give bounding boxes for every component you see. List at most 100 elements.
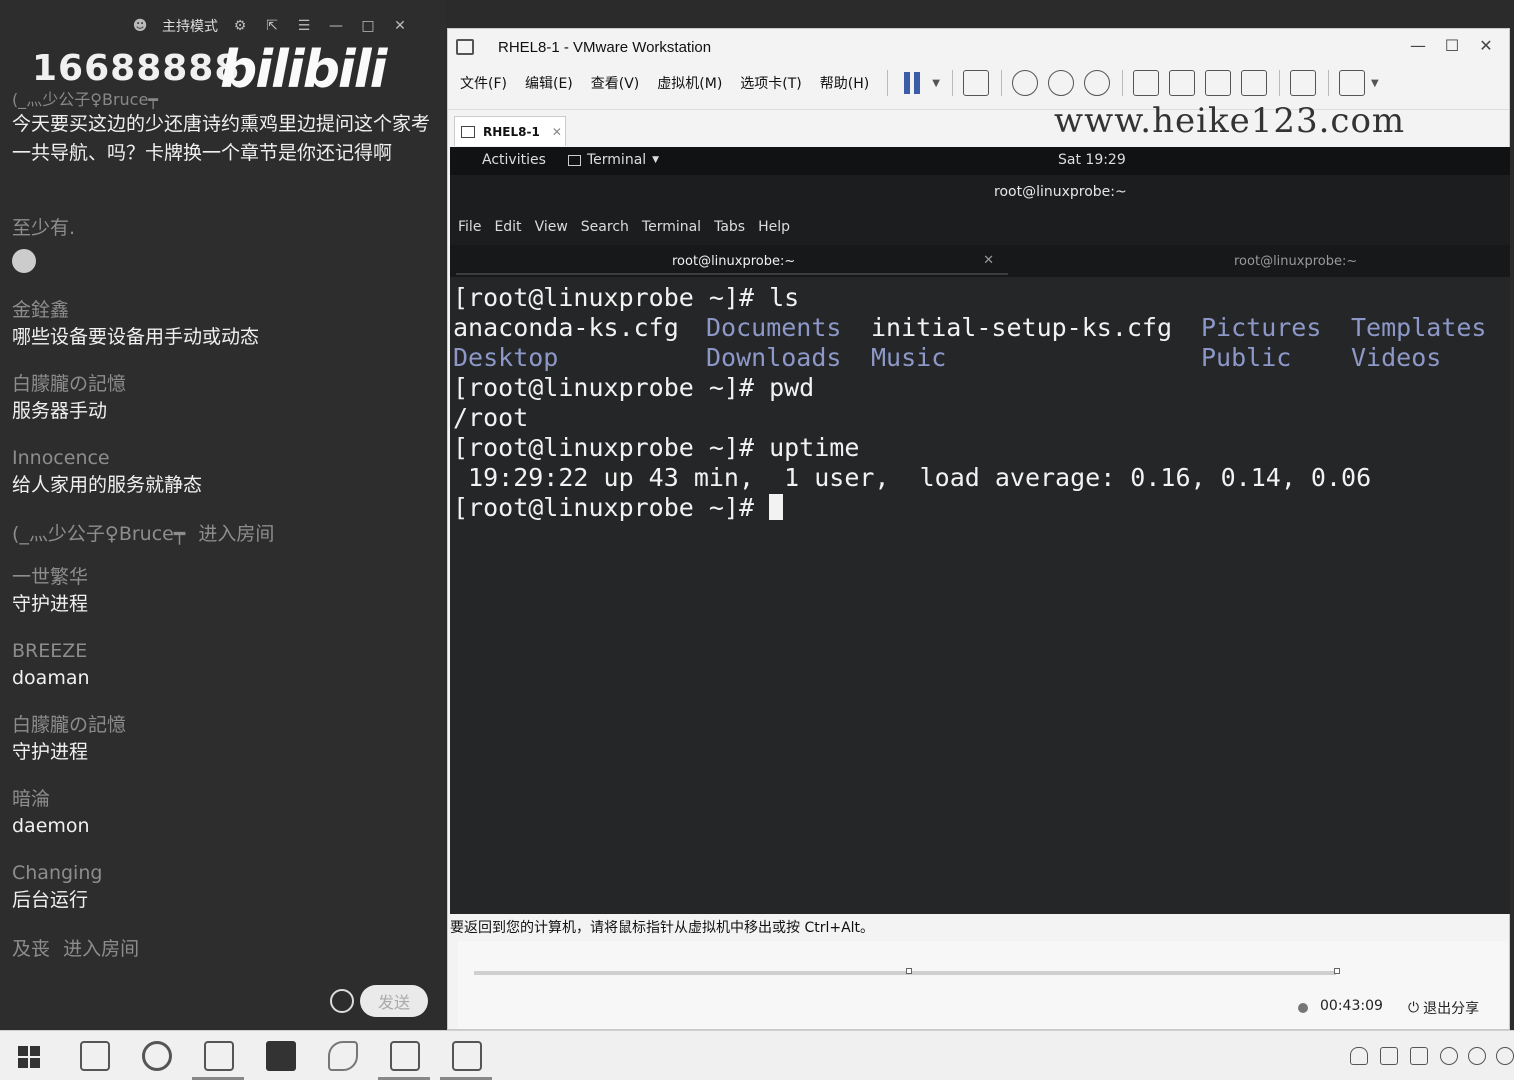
share-slider-track[interactable]: [474, 971, 1336, 975]
vmware-taskbar-icon[interactable]: [204, 1041, 234, 1071]
terminal-menu-file[interactable]: File: [458, 219, 481, 235]
terminal-menu-tabs[interactable]: Tabs: [714, 219, 745, 235]
chevron-down-icon[interactable]: ▼: [1371, 78, 1379, 89]
chat-username: Innocence: [12, 447, 110, 469]
toolbar-divider: [1000, 70, 1002, 96]
clock[interactable]: Sat 19:29: [1058, 152, 1126, 168]
vmware-status-message: 要返回到您的计算机，请将鼠标指针从虚拟机中移出或按 Ctrl+Alt。: [450, 920, 875, 936]
media-app-icon[interactable]: [266, 1041, 296, 1071]
terminal-tabs: root@linuxprobe:~ ✕ root@linuxprobe:~: [450, 245, 1510, 277]
fullscreen-icon[interactable]: [1204, 70, 1231, 96]
terminal-menubar: File Edit View Search Terminal Tabs Help: [450, 209, 1510, 245]
minimize-icon[interactable]: —: [326, 16, 346, 36]
emoji-icon[interactable]: [330, 989, 354, 1013]
host-mode-label[interactable]: 主持模式: [162, 16, 218, 36]
terminal-tab-active[interactable]: root@linuxprobe:~ ✕: [456, 247, 1008, 275]
microphone-icon[interactable]: [1350, 1047, 1368, 1065]
terminal-line: 19:29:22 up 43 min, 1 user, load average…: [453, 463, 1372, 492]
guest-display[interactable]: Activities Terminal ▼ Sat 19:29 root@lin…: [450, 147, 1510, 914]
tray-app-icon[interactable]: [1380, 1047, 1398, 1065]
chat-message-text: 哪些设备要设备用手动或动态: [12, 326, 260, 348]
share-slider-handle[interactable]: [906, 968, 912, 974]
stretch-icon[interactable]: [1338, 70, 1365, 96]
close-tab-icon[interactable]: ✕: [983, 253, 994, 268]
app-c-icon[interactable]: [390, 1041, 420, 1071]
terminal-tab[interactable]: root@linuxprobe:~: [1010, 247, 1504, 275]
app-menu[interactable]: Terminal ▼: [568, 152, 659, 168]
send-ctrl-alt-del-icon[interactable]: [962, 70, 989, 96]
exit-share-button[interactable]: ⏻ 退出分享: [1408, 998, 1479, 1018]
chat-username: BREEZE: [12, 640, 88, 662]
share-slider-end-handle[interactable]: [1334, 968, 1340, 974]
close-icon[interactable]: ✕: [390, 16, 410, 36]
snapshot-icon[interactable]: [1011, 70, 1038, 96]
menu-edit[interactable]: 编辑(E): [525, 73, 573, 93]
pause-icon[interactable]: [904, 72, 924, 94]
ls-file: initial-setup-ks.cfg: [871, 313, 1173, 342]
chat-username: 一世繁华: [12, 566, 89, 588]
terminal-menu-edit[interactable]: Edit: [494, 219, 521, 235]
maximize-icon[interactable]: □: [358, 16, 378, 36]
activities-button[interactable]: Activities: [482, 152, 546, 168]
library-icon[interactable]: [1132, 70, 1159, 96]
menu-view[interactable]: 查看(V): [591, 73, 640, 93]
console-icon[interactable]: [1289, 70, 1316, 96]
terminal-menu-search[interactable]: Search: [581, 219, 629, 235]
chat-enter-notice: 及丧 进入房间: [12, 934, 432, 961]
send-button[interactable]: 发送: [360, 985, 428, 1017]
terminal-menu-terminal[interactable]: Terminal: [642, 219, 701, 235]
file-explorer-icon[interactable]: [80, 1041, 110, 1071]
chat-app-icon[interactable]: [1468, 1047, 1486, 1065]
text-cursor: [769, 494, 784, 520]
menu-file[interactable]: 文件(F): [460, 73, 507, 93]
toolbar-divider: [951, 70, 953, 96]
network-icon[interactable]: [1440, 1047, 1458, 1065]
terminal-output[interactable]: [root@linuxprobe ~]# ls anaconda-ks.cfg …: [450, 277, 1510, 914]
terminal-menu-help[interactable]: Help: [758, 219, 790, 235]
chat-app-icon[interactable]: [1496, 1047, 1514, 1065]
vm-tab[interactable]: RHEL8-1 ✕: [454, 116, 566, 146]
close-tab-icon[interactable]: ✕: [552, 125, 562, 139]
chevron-down-icon[interactable]: ▼: [932, 78, 940, 89]
avatar-icon[interactable]: ☻: [130, 16, 150, 36]
menu-icon[interactable]: ☰: [294, 16, 314, 36]
vmware-app-icon: [456, 39, 474, 55]
tray-app-icon[interactable]: [1410, 1047, 1428, 1065]
snapshot-manager-icon[interactable]: [1083, 70, 1110, 96]
chat-message: 暗淪 daemon: [12, 786, 432, 841]
ls-dir: Public: [1201, 343, 1292, 372]
chat-message: Changing 后台运行: [12, 860, 432, 915]
maximize-icon[interactable]: ☐: [1435, 29, 1469, 61]
vmware-menubar: 文件(F) 编辑(E) 查看(V) 虚拟机(M) 选项卡(T) 帮助(H) ▼ …: [448, 65, 1509, 101]
menu-vm[interactable]: 虚拟机(M): [657, 73, 722, 93]
settings-icon[interactable]: ⚙: [230, 16, 250, 36]
app-menu-label: Terminal: [587, 152, 647, 168]
app-c-icon[interactable]: [452, 1041, 482, 1071]
unity-icon[interactable]: [1240, 70, 1267, 96]
menu-help[interactable]: 帮助(H): [820, 73, 869, 93]
chat-message-text: 守护进程: [12, 741, 89, 763]
popout-icon[interactable]: ⇱: [262, 16, 282, 36]
menu-tabs[interactable]: 选项卡(T): [740, 73, 801, 93]
chat-username: 金銓鑫: [12, 299, 70, 321]
minimize-icon[interactable]: —: [1401, 29, 1435, 61]
chevron-down-icon: ▼: [652, 155, 660, 165]
terminal-line: /root: [453, 403, 529, 432]
chat-username: 白朦朧の記憶: [12, 373, 127, 395]
paint-app-icon[interactable]: [328, 1041, 358, 1071]
terminal-tab-label: root@linuxprobe:~: [672, 254, 796, 269]
chat-message-text: 给人家用的服务就静态: [12, 474, 203, 496]
sticker-icon: [12, 249, 36, 273]
power-icon: ⏻: [1408, 1000, 1420, 1016]
terminal-icon: [568, 154, 581, 166]
thumbnail-icon[interactable]: [1168, 70, 1195, 96]
windows-start-icon[interactable]: [18, 1046, 40, 1068]
terminal-menu-view[interactable]: View: [535, 219, 568, 235]
ls-dir: Downloads: [706, 343, 842, 372]
revert-snapshot-icon[interactable]: [1047, 70, 1074, 96]
close-icon[interactable]: ✕: [1469, 29, 1503, 61]
vm-icon: [461, 125, 475, 138]
chat-message: BREEZE doaman: [12, 638, 432, 693]
browser-icon[interactable]: [142, 1041, 172, 1071]
chat-scrolled-name: (_灬少公子♀Bruce┯: [12, 90, 158, 109]
